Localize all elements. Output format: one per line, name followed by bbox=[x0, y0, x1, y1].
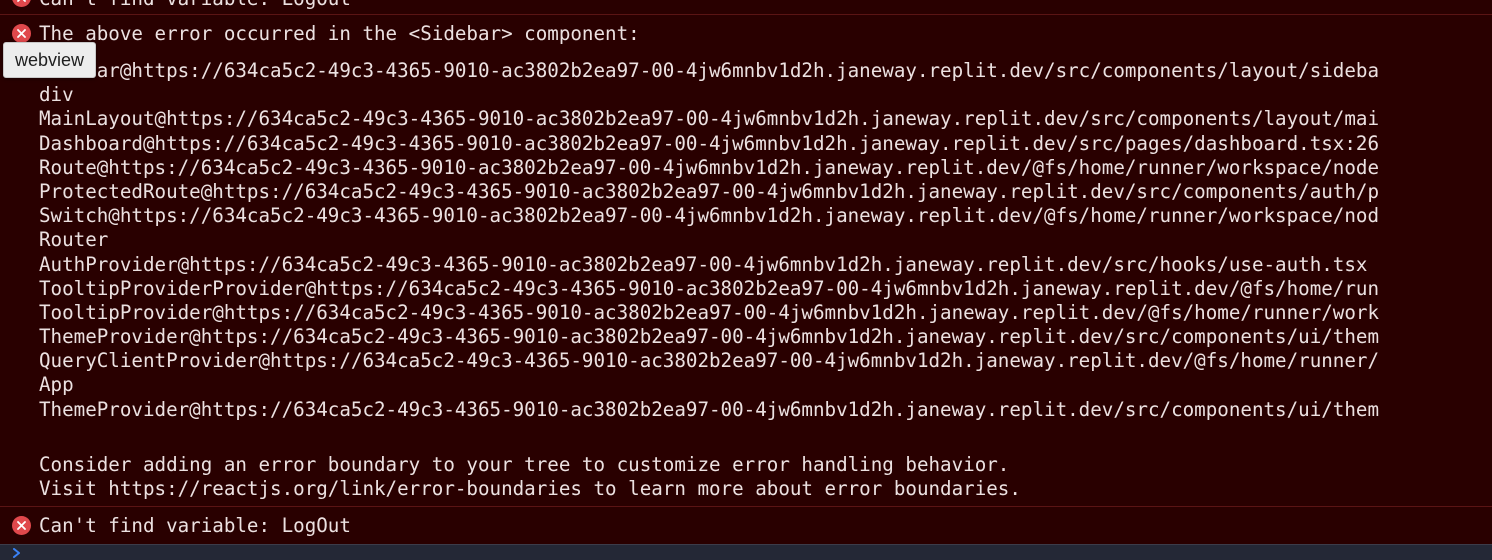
stack-frame: Switch@https://634ca5c2-49c3-4365-9010-a… bbox=[39, 204, 1380, 228]
stack-frame: ThemeProvider@https://634ca5c2-49c3-4365… bbox=[39, 397, 1380, 421]
console-prompt[interactable] bbox=[0, 544, 1492, 560]
hint-line: Visit https://reactjs.org/link/error-bou… bbox=[39, 477, 1021, 501]
stack-frame: Sidebar@https://634ca5c2-49c3-4365-9010-… bbox=[39, 59, 1380, 82]
stack-frame: MainLayout@https://634ca5c2-49c3-4365-90… bbox=[39, 107, 1380, 131]
stack-frame: TooltipProviderProvider@https://634ca5c2… bbox=[39, 276, 1380, 300]
stack-trace: Sidebar@https://634ca5c2-49c3-4365-9010-… bbox=[39, 59, 1379, 422]
stack-frame: AuthProvider@https://634ca5c2-49c3-4365-… bbox=[39, 252, 1368, 276]
stack-frame: TooltipProvider@https://634ca5c2-49c3-43… bbox=[39, 300, 1380, 324]
error-heading: The above error occurred in the <Sidebar… bbox=[39, 22, 640, 45]
console-message-last[interactable]: Can't find variable: LogOut bbox=[0, 506, 1492, 545]
stack-frame: Dashboard@https://634ca5c2-49c3-4365-901… bbox=[39, 131, 1380, 155]
stack-frame: QueryClientProvider@https://634ca5c2-49c… bbox=[39, 349, 1380, 373]
console-message-text: Can't find variable: LogOut bbox=[39, 514, 351, 537]
error-circle-x-icon bbox=[12, 24, 31, 43]
error-circle-x-icon bbox=[12, 0, 31, 7]
chevron-right-icon bbox=[13, 548, 20, 558]
stack-frame: ThemeProvider@https://634ca5c2-49c3-4365… bbox=[39, 325, 1380, 349]
error-boundary-hint: Consider adding an error boundary to you… bbox=[39, 453, 1021, 501]
webview-tooltip: webview bbox=[3, 42, 97, 78]
error-circle-x-icon bbox=[12, 516, 31, 535]
hint-line: Consider adding an error boundary to you… bbox=[39, 453, 1010, 476]
console-message-text: Can't find variable: LogOut bbox=[39, 0, 351, 11]
console-panel: Can't find variable: LogOut The above er… bbox=[0, 0, 1492, 560]
stack-frame: ProtectedRoute@https://634ca5c2-49c3-436… bbox=[39, 179, 1380, 203]
stack-frame: App bbox=[39, 373, 74, 397]
stack-frame: div bbox=[39, 83, 74, 107]
console-message-top[interactable]: Can't find variable: LogOut bbox=[0, 0, 1492, 15]
stack-frame: Router bbox=[39, 228, 109, 252]
stack-frame: Route@https://634ca5c2-49c3-4365-9010-ac… bbox=[39, 155, 1380, 179]
